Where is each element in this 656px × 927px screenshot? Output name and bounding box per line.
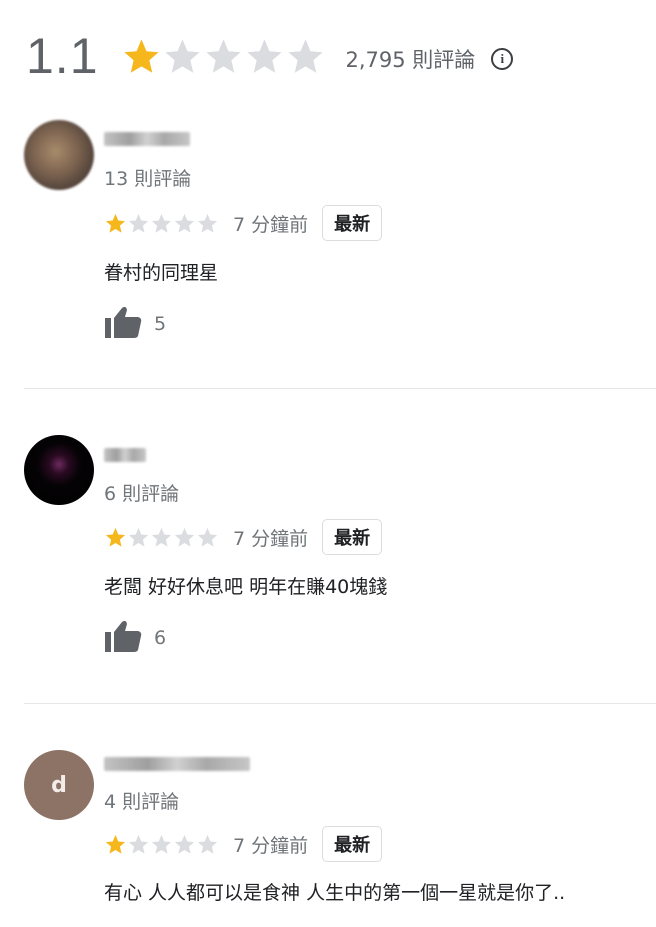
avatar-letter: d — [51, 772, 67, 798]
review-divider — [24, 703, 656, 704]
review-rating-row: 7 分鐘前 最新 — [104, 205, 383, 241]
star-empty-icon — [205, 38, 241, 73]
review-rating-row: 7 分鐘前 最新 — [104, 519, 383, 555]
star-empty-icon — [128, 213, 149, 233]
review-text: 老闆 好好休息吧 明年在賺40塊錢 — [104, 576, 388, 598]
star-empty-icon — [151, 527, 172, 547]
total-review-count: 2,795 則評論 — [345, 48, 476, 72]
review-time: 7 分鐘前 — [233, 834, 309, 857]
like-button[interactable]: 6 — [104, 619, 166, 657]
star-empty-icon — [151, 213, 172, 233]
star-empty-icon — [197, 834, 218, 854]
star-empty-icon — [128, 527, 149, 547]
reviewer-avatar[interactable] — [24, 435, 94, 505]
average-star-rating — [121, 36, 326, 77]
review-star-rating — [104, 526, 219, 549]
review-text: 有心 人人都可以是食神 人生中的第一個一星就是你了.. — [104, 882, 566, 904]
review-rating-row: 7 分鐘前 最新 — [104, 826, 383, 862]
reviewer-review-count: 4 則評論 — [104, 791, 180, 813]
review-time: 7 分鐘前 — [233, 527, 309, 550]
review-text: 眷村的同理星 — [104, 262, 219, 284]
star-empty-icon — [151, 834, 172, 854]
thumbs-up-icon — [104, 305, 154, 343]
like-button[interactable]: 5 — [104, 305, 166, 343]
star-empty-icon — [197, 527, 218, 547]
reviewer-name-blurred[interactable] — [104, 132, 190, 146]
reviewer-avatar[interactable] — [24, 120, 94, 190]
rating-summary: 1.1 2,795 則評論 i — [26, 26, 514, 86]
star-empty-icon — [287, 38, 323, 73]
like-count: 6 — [154, 627, 167, 649]
reviewer-name-blurred[interactable] — [104, 448, 146, 462]
review-star-rating — [104, 212, 219, 235]
info-icon[interactable]: i — [491, 48, 514, 70]
star-filled-icon — [105, 213, 126, 233]
star-empty-icon — [128, 834, 149, 854]
newest-badge: 最新 — [322, 519, 383, 555]
reviewer-avatar[interactable]: d — [24, 750, 94, 820]
star-empty-icon — [246, 38, 282, 73]
review-star-rating — [104, 833, 219, 856]
star-empty-icon — [174, 527, 195, 547]
average-rating: 1.1 — [26, 28, 99, 84]
star-filled-icon — [105, 834, 126, 854]
newest-badge: 最新 — [322, 205, 383, 241]
star-filled-icon — [123, 38, 159, 73]
newest-badge: 最新 — [322, 826, 383, 862]
reviewer-review-count: 6 則評論 — [104, 483, 180, 505]
thumbs-up-icon — [104, 619, 154, 657]
like-count: 5 — [154, 313, 167, 335]
reviewer-review-count: 13 則評論 — [104, 168, 192, 190]
reviewer-name-blurred[interactable] — [104, 757, 250, 771]
star-empty-icon — [174, 213, 195, 233]
star-empty-icon — [164, 38, 200, 73]
review-time: 7 分鐘前 — [233, 213, 309, 236]
star-filled-icon — [105, 527, 126, 547]
star-empty-icon — [197, 213, 218, 233]
star-empty-icon — [174, 834, 195, 854]
review-divider — [24, 388, 656, 389]
